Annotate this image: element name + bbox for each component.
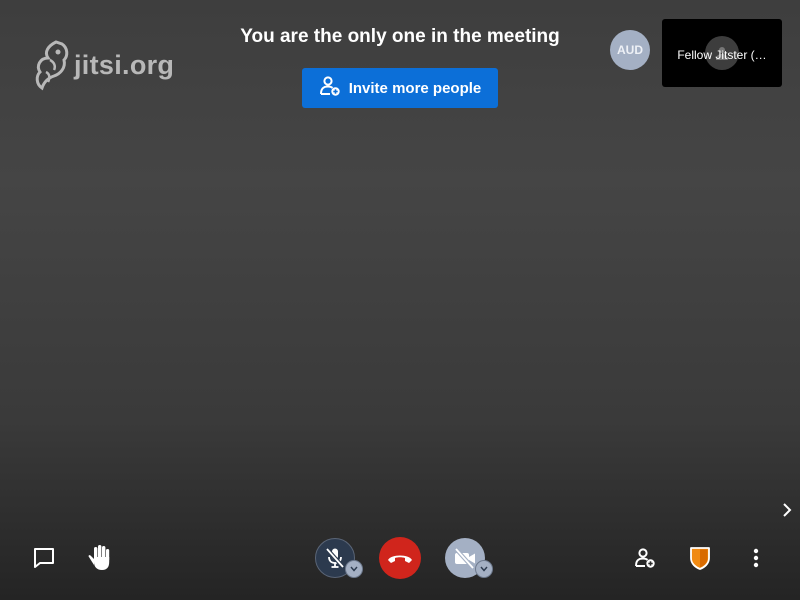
raise-hand-button[interactable] xyxy=(84,540,116,574)
phone-hangup-icon xyxy=(388,555,412,563)
mic-settings-toggle[interactable] xyxy=(345,560,363,578)
camera-settings-toggle[interactable] xyxy=(475,560,493,578)
camera-off-icon xyxy=(454,547,475,569)
filmstrip-toggle[interactable] xyxy=(778,500,796,520)
chevron-down-icon xyxy=(350,566,358,572)
local-video-tile[interactable]: Fellow Jitster (… xyxy=(662,19,782,87)
logo-text: jitsi.org xyxy=(74,49,175,80)
more-vertical-icon xyxy=(753,548,759,568)
invite-more-people-button[interactable]: Invite more people xyxy=(302,68,498,108)
invite-person-icon xyxy=(319,75,341,102)
local-display-name: Fellow Jitster (… xyxy=(677,48,767,62)
mic-muted-icon xyxy=(325,547,345,569)
security-button[interactable] xyxy=(684,542,716,574)
invite-button-label: Invite more people xyxy=(348,79,482,97)
chat-icon xyxy=(34,548,54,568)
chat-button[interactable] xyxy=(28,542,60,574)
participant-avatar[interactable]: AUD xyxy=(610,30,650,70)
invite-button[interactable] xyxy=(629,542,661,574)
invite-person-icon xyxy=(635,548,655,568)
more-options-button[interactable] xyxy=(740,542,772,574)
shield-icon xyxy=(690,547,710,570)
hangup-button[interactable] xyxy=(379,537,421,579)
hand-icon xyxy=(88,545,110,570)
chevron-down-icon xyxy=(480,566,488,572)
chevron-right-icon xyxy=(783,503,792,517)
